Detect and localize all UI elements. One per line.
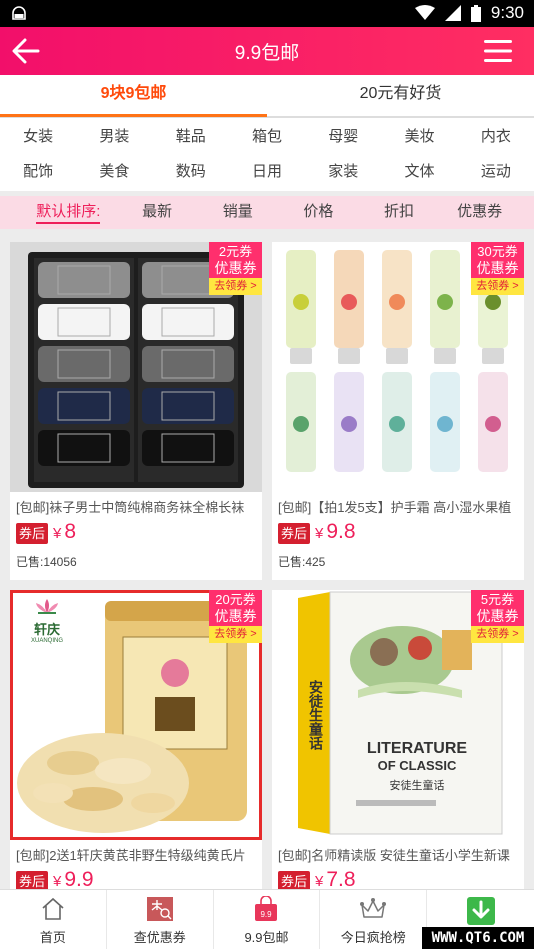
coupon-tag[interactable]: 30元券 优惠券 去领券 >	[471, 242, 524, 295]
status-time: 9:30	[490, 3, 524, 22]
android-notification-icon	[12, 6, 26, 20]
after-coupon-badge: 券后	[278, 523, 311, 544]
battery-icon	[470, 4, 481, 22]
nav-coupon-search[interactable]: 查优惠券	[107, 890, 214, 949]
product-card[interactable]: 轩庆 XUANQING 20元券 优惠券 去领券 > [包邮]2送1轩庆黄芪非野…	[10, 590, 262, 928]
sort-newest[interactable]: 最新	[117, 196, 198, 229]
category-item[interactable]: 鞋品	[153, 119, 229, 155]
product-price: 券后 ¥ 8	[16, 520, 76, 544]
home-icon	[42, 897, 64, 920]
book-spine-title: 安徒生童话	[308, 680, 324, 750]
signal-icon	[444, 5, 461, 21]
category-item[interactable]: 配饰	[0, 154, 76, 190]
book-title: LITERATURE	[366, 740, 468, 757]
nav-home[interactable]: 首页	[0, 890, 107, 949]
category-item[interactable]: 母婴	[305, 119, 381, 155]
sort-default-label: 默认排序:	[36, 203, 101, 224]
page-title: 9.9包邮	[234, 43, 300, 64]
brand-name: 轩庆	[33, 622, 60, 637]
category-item[interactable]: 日用	[229, 154, 305, 190]
book-subtitle: OF CLASSIC	[377, 758, 457, 773]
currency-symbol: ¥	[53, 873, 62, 890]
coupon-amount: 20元券	[215, 592, 256, 607]
status-bar: 9:30	[0, 0, 534, 27]
coupon-label: 优惠券	[476, 608, 519, 624]
get-coupon-button[interactable]: 去领券 >	[209, 278, 262, 295]
bag-badge-text: 9.9	[261, 910, 273, 919]
category-row: 女装 男装 鞋品 箱包 母婴 美妆 内衣	[0, 119, 534, 155]
sort-default[interactable]: 默认排序:	[20, 196, 117, 229]
coupon-search-icon	[146, 897, 173, 921]
price-value: 8	[64, 520, 77, 543]
shopping-bag-icon: 9.9	[255, 895, 278, 921]
top-tabs: 9块9包邮 20元有好货	[0, 75, 534, 117]
coupon-amount: 5元券	[480, 592, 515, 607]
category-item[interactable]: 箱包	[229, 119, 305, 155]
nav-home-label: 首页	[39, 930, 66, 945]
currency-symbol: ¥	[315, 873, 324, 890]
sold-count: 已售:14056	[16, 555, 77, 569]
coupon-amount: 2元券	[218, 244, 253, 259]
product-name: [包邮]【拍1发5支】护手霜 高小湿水果植	[278, 500, 512, 515]
sort-price[interactable]: 价格	[278, 196, 359, 229]
category-grid: 女装 男装 鞋品 箱包 母婴 美妆 内衣 配饰 美食 数码 日用 家装 文体 运…	[0, 117, 534, 191]
book-cover-text: LITERATURE OF CLASSIC 安徒生童话	[342, 740, 492, 793]
coupon-tag[interactable]: 20元券 优惠券 去领券 >	[209, 590, 262, 643]
get-coupon-button[interactable]: 去领券 >	[471, 278, 524, 295]
sort-discount[interactable]: 折扣	[359, 196, 440, 229]
product-name: [包邮]2送1轩庆黄芪非野生特级纯黄氏片	[16, 848, 246, 863]
brand-logo: 轩庆 XUANQING	[19, 597, 75, 644]
download-icon	[466, 897, 495, 925]
brand-name-en: XUANQING	[30, 638, 63, 644]
category-item[interactable]: 运动	[458, 154, 534, 190]
coupon-label: 优惠券	[476, 260, 519, 276]
tab-9-9-free-shipping[interactable]: 9块9包邮	[0, 75, 267, 117]
product-price: 券后 ¥ 9.8	[278, 520, 356, 544]
category-item[interactable]: 家装	[305, 154, 381, 190]
book-chinese-title: 安徒生童话	[389, 780, 445, 792]
nav-9-9-free-shipping[interactable]: 9.9 9.9包邮	[214, 890, 321, 949]
coupon-label: 优惠券	[214, 260, 257, 276]
coupon-label: 优惠券	[214, 608, 257, 624]
product-name: [包邮]袜子男士中筒纯棉商务袜全棉长袜	[16, 500, 245, 515]
after-coupon-badge: 券后	[16, 523, 49, 544]
tab-20-yuan-goods[interactable]: 20元有好货	[267, 75, 534, 117]
coupon-amount: 30元券	[477, 244, 518, 259]
nav-9-9-label: 9.9包邮	[244, 930, 289, 945]
product-card[interactable]: 30元券 优惠券 去领券 > [包邮]【拍1发5支】护手霜 高小湿水果植 券后 …	[272, 242, 524, 580]
menu-icon[interactable]	[484, 39, 512, 63]
get-coupon-button[interactable]: 去领券 >	[471, 626, 524, 643]
price-value: 9.8	[326, 520, 356, 543]
sort-sales[interactable]: 销量	[197, 196, 278, 229]
sold-count: 已售:425	[278, 555, 326, 569]
nav-coupon-search-label: 查优惠券	[133, 930, 186, 945]
nav-today-rush[interactable]: 今日疯抢榜	[320, 890, 428, 949]
coupon-tag[interactable]: 2元券 优惠券 去领券 >	[209, 242, 262, 295]
sort-bar: 默认排序: 最新 销量 价格 折扣 优惠券	[0, 196, 534, 229]
category-item[interactable]: 女装	[0, 119, 76, 155]
product-card[interactable]: 2元券 优惠券 去领券 > [包邮]袜子男士中筒纯棉商务袜全棉长袜 券后 ¥ 8…	[10, 242, 262, 580]
sort-coupon[interactable]: 优惠券	[439, 196, 520, 229]
crown-icon	[360, 898, 387, 918]
category-item[interactable]: 美食	[76, 154, 152, 190]
coupon-tag[interactable]: 5元券 优惠券 去领券 >	[471, 590, 524, 643]
category-item[interactable]: 数码	[153, 154, 229, 190]
category-item[interactable]: 内衣	[458, 119, 534, 155]
category-item[interactable]: 男装	[76, 119, 152, 155]
category-row: 配饰 美食 数码 日用 家装 文体 运动	[0, 154, 534, 190]
site-watermark: WWW.QT6.COM	[422, 927, 534, 949]
lotus-icon	[36, 599, 58, 614]
currency-symbol: ¥	[53, 525, 62, 542]
currency-symbol: ¥	[315, 525, 324, 542]
get-coupon-button[interactable]: 去领券 >	[209, 626, 262, 643]
product-card[interactable]: LITERATURE OF CLASSIC 安徒生童话 安徒生童话 5元券 优惠…	[272, 590, 524, 928]
product-name: [包邮]名师精读版 安徒生童话小学生新课	[278, 848, 510, 863]
wifi-icon	[414, 5, 435, 20]
nav-today-rush-label: 今日疯抢榜	[340, 930, 406, 945]
category-item[interactable]: 文体	[381, 154, 457, 190]
category-item[interactable]: 美妆	[381, 119, 457, 155]
app-header: 9.9包邮	[0, 27, 534, 75]
